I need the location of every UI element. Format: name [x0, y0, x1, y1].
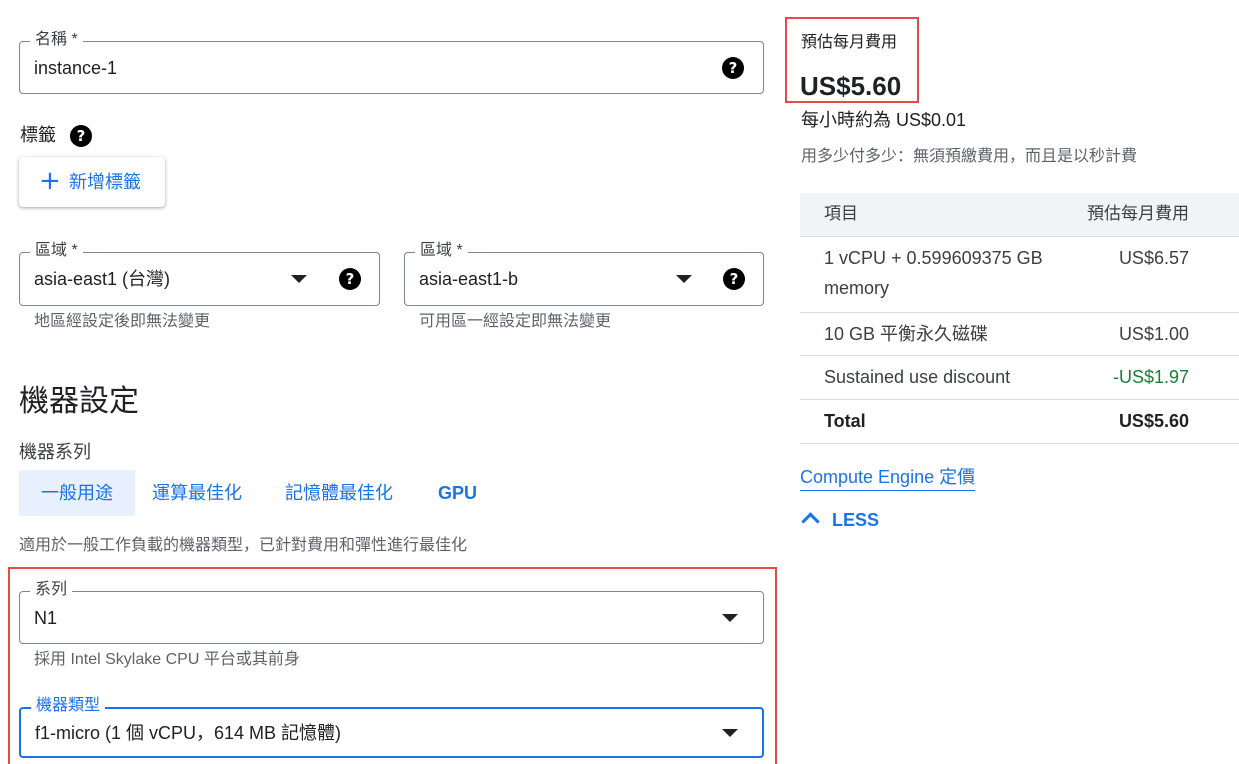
chevron-down-icon[interactable]: [722, 614, 738, 622]
add-label-button-label: 新增標籤: [69, 172, 141, 192]
pricing-link[interactable]: Compute Engine 定價: [800, 466, 976, 491]
plus-icon: +: [39, 166, 61, 196]
zone-value: asia-east1-b: [419, 269, 519, 289]
region-value: asia-east1 (台灣): [34, 269, 171, 289]
table-cell-cost: -US$1.97: [1087, 355, 1239, 400]
table-header-cost: 預估每月費用: [1087, 193, 1239, 237]
chevron-down-icon[interactable]: [291, 275, 307, 283]
name-field-label: 名稱 *: [30, 30, 83, 50]
zone-hint: 可用區一經設定即無法變更: [419, 313, 612, 330]
pricing-note: 用多少付多少：無須預繳費用，而且是以秒計費: [801, 148, 1138, 165]
machine-type-value: f1-micro (1 個 vCPU，614 MB 記憶體): [35, 723, 342, 743]
tab-label: 一般用途: [41, 483, 113, 503]
help-icon[interactable]: ?: [339, 268, 361, 290]
table-row-total: Total US$5.60: [800, 399, 1239, 444]
tab-gpu[interactable]: GPU: [438, 470, 477, 516]
tab-compute-optimized[interactable]: 運算最佳化: [152, 470, 242, 516]
table-header-item: 項目: [800, 193, 1087, 237]
help-icon[interactable]: ?: [723, 268, 745, 290]
table-cell-item: Sustained use discount: [800, 355, 1087, 400]
region-field-label: 區域 *: [30, 241, 83, 261]
chevron-down-icon[interactable]: [676, 275, 692, 283]
table-cell-cost: US$1.00: [1087, 312, 1239, 356]
table-row: 1 vCPU + 0.599609375 GB memory US$6.57: [800, 236, 1239, 313]
table-row: 10 GB 平衡永久磁碟 US$1.00: [800, 312, 1239, 356]
tab-label: 記憶體最佳化: [285, 483, 393, 503]
name-input[interactable]: instance-1: [34, 57, 117, 79]
machine-config-heading: 機器設定: [19, 385, 139, 418]
tab-memory-optimized[interactable]: 記憶體最佳化: [285, 470, 393, 516]
tab-label: GPU: [438, 483, 478, 503]
machine-type-select[interactable]: 機器類型 f1-micro (1 個 vCPU，614 MB 記憶體): [19, 696, 764, 758]
table-row: Sustained use discount -US$1.97: [800, 355, 1239, 400]
machine-series-description: 適用於一般工作負載的機器類型，已針對費用和彈性進行最佳化: [19, 537, 468, 554]
zone-field-label: 區域 *: [415, 241, 468, 261]
tab-general-purpose[interactable]: 一般用途: [19, 470, 135, 516]
machine-type-label: 機器類型: [31, 696, 106, 716]
pricing-title: 預估每月費用: [801, 34, 898, 51]
tab-label: 運算最佳化: [152, 483, 242, 503]
machine-series-heading: 機器系列: [19, 442, 91, 462]
labels-title: 標籤: [20, 125, 56, 145]
table-cell-item: 1 vCPU + 0.599609375 GB memory: [800, 236, 1087, 313]
region-select[interactable]: 區域 * asia-east1 (台灣) ?: [19, 241, 380, 306]
series-field-label: 系列: [30, 580, 73, 600]
pricing-hourly: 每小時約為 US$0.01: [801, 110, 967, 130]
name-field[interactable]: 名稱 * instance-1 ?: [19, 30, 764, 94]
help-icon[interactable]: ?: [70, 125, 92, 147]
table-cell-cost: US$5.60: [1087, 399, 1239, 444]
series-hint: 採用 Intel Skylake CPU 平台或其前身: [34, 651, 300, 668]
region-hint: 地區經設定後即無法變更: [34, 313, 211, 330]
add-label-button[interactable]: + 新增標籤: [19, 157, 165, 207]
less-button-label: LESS: [832, 510, 880, 530]
table-cell-item: Total: [800, 399, 1087, 444]
cost-table: 項目 預估每月費用 1 vCPU + 0.599609375 GB memory…: [800, 193, 1239, 444]
zone-select[interactable]: 區域 * asia-east1-b ?: [404, 241, 764, 306]
pricing-amount: US$5.60: [800, 71, 902, 101]
table-cell-cost: US$6.57: [1087, 236, 1239, 313]
series-value: N1: [34, 608, 58, 628]
help-icon[interactable]: ?: [722, 57, 744, 79]
chevron-up-icon: [801, 512, 820, 531]
table-header-row: 項目 預估每月費用: [800, 193, 1239, 237]
series-select[interactable]: 系列 N1: [19, 580, 764, 644]
table-cell-item: 10 GB 平衡永久磁碟: [800, 312, 1087, 356]
chevron-down-icon[interactable]: [722, 729, 738, 737]
